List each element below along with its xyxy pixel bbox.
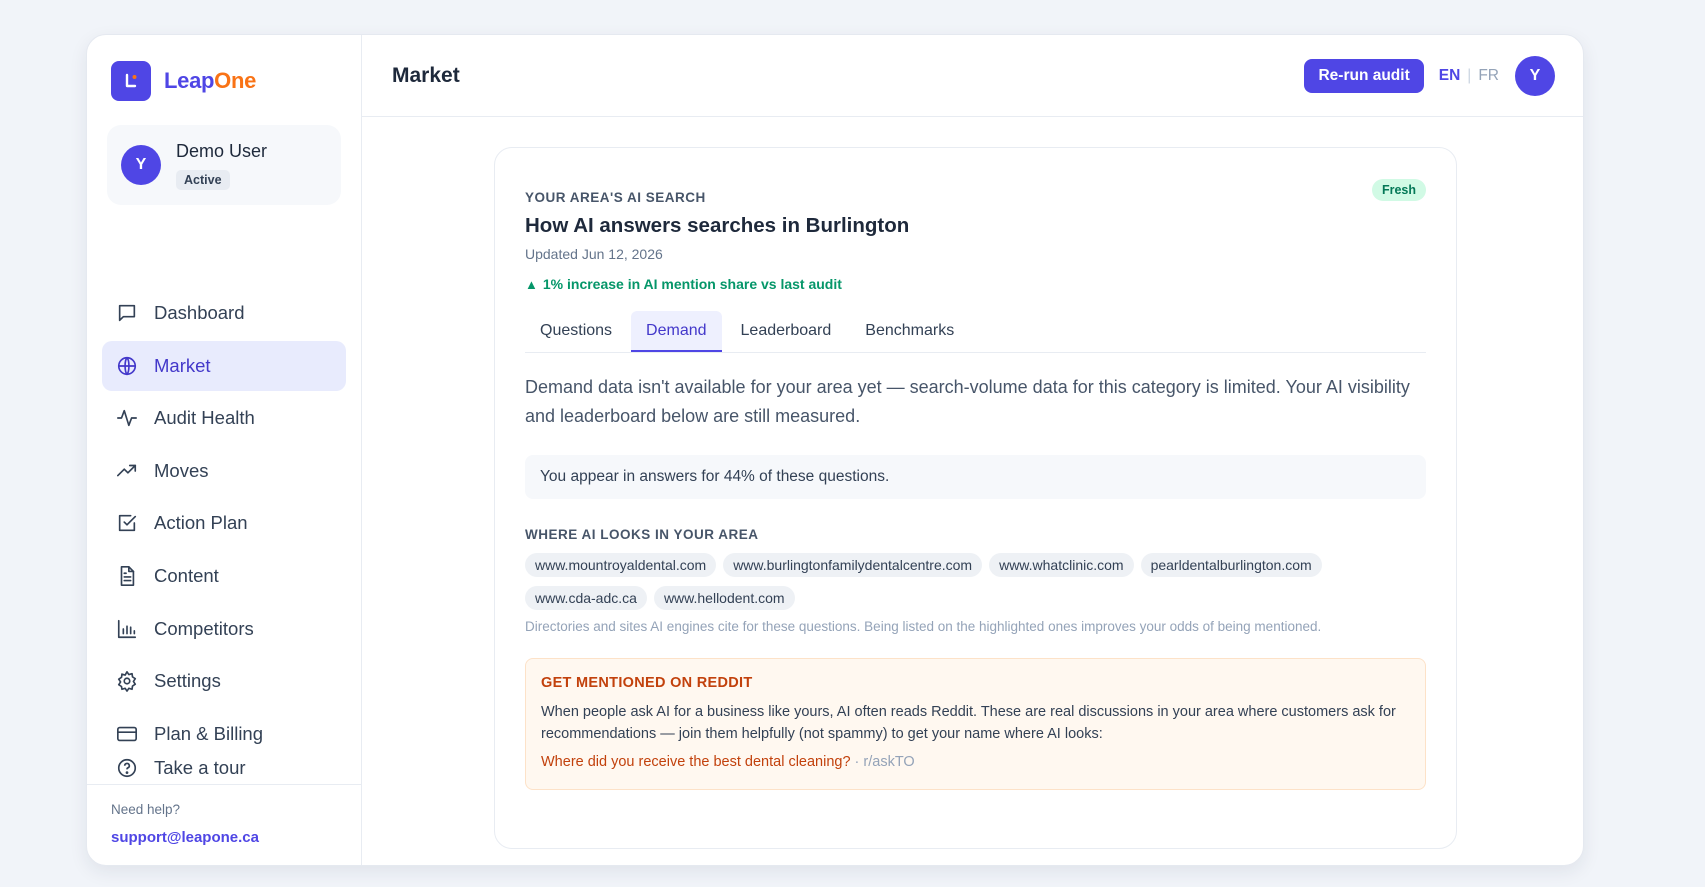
- logo-mark-icon: [111, 61, 151, 101]
- sidebar-item-market[interactable]: Market: [102, 340, 346, 391]
- language-switcher: EN | FR: [1439, 67, 1499, 85]
- trend-indicator: ▲ 1% increase in AI mention share vs las…: [525, 276, 1426, 292]
- appearance-summary: You appear in answers for 44% of these q…: [525, 455, 1426, 499]
- reddit-thread-link[interactable]: Where did you receive the best dental cl…: [541, 754, 851, 770]
- topbar-actions: Re-run audit EN | FR Y: [1304, 55, 1555, 96]
- main-content: Market Re-run audit EN | FR Y Fresh YOUR…: [362, 35, 1583, 865]
- sidebar-item-dashboard[interactable]: Dashboard: [102, 288, 346, 338]
- tour-label: Take a tour: [154, 757, 246, 778]
- domain-chip: www.mountroyaldental.com: [525, 553, 717, 577]
- brand-name-part1: Leap: [164, 68, 215, 93]
- reddit-title: GET MENTIONED ON REDDIT: [541, 675, 753, 691]
- lang-separator: |: [1467, 66, 1472, 84]
- gear-icon: [117, 671, 137, 693]
- tab-bar: Questions Demand Leaderboard Benchmarks: [525, 311, 1426, 353]
- trend-up-icon: [117, 464, 137, 477]
- brand-logo[interactable]: LeapOne: [111, 61, 256, 101]
- sidebar-item-settings[interactable]: Settings: [102, 656, 346, 706]
- card-title: How AI answers searches in Burlington: [525, 214, 910, 237]
- lang-fr[interactable]: FR: [1478, 67, 1499, 85]
- brand-name-part2: One: [214, 68, 257, 93]
- where-ai-looks-heading: WHERE AI LOOKS IN YOUR AREA: [525, 527, 759, 542]
- trend-text: 1% increase in AI mention share vs last …: [542, 276, 842, 292]
- globe-icon: [117, 356, 137, 375]
- page-title: Market: [392, 63, 460, 87]
- take-a-tour-link[interactable]: Take a tour: [116, 757, 246, 779]
- help-circle-icon: [117, 758, 137, 778]
- sidebar-item-label: Market: [154, 354, 211, 376]
- reddit-body: When people ask AI for a business like y…: [541, 704, 1396, 742]
- sidebar-item-label: Dashboard: [154, 302, 245, 323]
- brand-name: LeapOne: [164, 68, 256, 94]
- directories-note: Directories and sites AI engines cite fo…: [525, 619, 1322, 634]
- credit-card-icon: [117, 726, 137, 741]
- topbar: Market Re-run audit EN | FR Y: [362, 35, 1583, 117]
- fresh-badge: Fresh: [1371, 179, 1426, 201]
- sidebar-item-action-plan[interactable]: Action Plan: [102, 498, 346, 548]
- demand-unavailable-message: Demand data isn't available for your are…: [525, 377, 1410, 426]
- domain-chip: www.whatclinic.com: [989, 553, 1134, 577]
- sidebar: LeapOne Y Demo User Active Dashboard Mar…: [87, 35, 362, 865]
- domain-chip: www.burlingtonfamilydentalcentre.com: [723, 553, 983, 577]
- reddit-thread-row: Where did you receive the best dental cl…: [541, 754, 1410, 770]
- status-badge: Active: [176, 169, 230, 190]
- reddit-callout: GET MENTIONED ON REDDIT When people ask …: [525, 658, 1426, 790]
- chat-icon: [118, 304, 136, 322]
- help-text: Need help?: [111, 802, 181, 817]
- sidebar-item-moves[interactable]: Moves: [102, 446, 346, 496]
- app-window: LeapOne Y Demo User Active Dashboard Mar…: [86, 34, 1584, 866]
- sidebar-nav: Dashboard Market Audit Health Moves Acti…: [102, 288, 346, 761]
- ai-search-card: Fresh YOUR AREA'S AI SEARCH How AI answe…: [494, 147, 1457, 849]
- tab-questions[interactable]: Questions: [525, 311, 627, 352]
- sidebar-item-competitors[interactable]: Competitors: [102, 604, 346, 654]
- sidebar-item-content[interactable]: Content: [102, 551, 346, 601]
- pulse-icon: [117, 410, 137, 427]
- lang-en[interactable]: EN: [1439, 67, 1461, 85]
- user-info: Demo User Active: [176, 141, 267, 190]
- sidebar-item-label: Settings: [154, 670, 221, 692]
- sidebar-item-label: Action Plan: [154, 512, 248, 534]
- sidebar-item-plan-billing[interactable]: Plan & Billing: [102, 709, 346, 759]
- bar-chart-icon: [117, 619, 137, 638]
- sidebar-item-label: Audit Health: [154, 407, 255, 429]
- sidebar-item-audit-health[interactable]: Audit Health: [102, 393, 346, 443]
- subreddit-label: · r/askTO: [850, 754, 915, 770]
- tab-leaderboard[interactable]: Leaderboard: [726, 311, 847, 352]
- document-icon: [120, 565, 135, 586]
- domain-chip: www.cda-adc.ca: [525, 586, 647, 610]
- tab-demand[interactable]: Demand: [631, 311, 722, 352]
- avatar: Y: [121, 145, 161, 185]
- user-avatar-button[interactable]: Y: [1515, 55, 1555, 96]
- tab-benchmarks[interactable]: Benchmarks: [850, 311, 969, 352]
- sidebar-item-label: Content: [154, 564, 219, 586]
- card-eyebrow: YOUR AREA'S AI SEARCH: [525, 190, 706, 205]
- updated-date: Updated Jun 12, 2026: [525, 246, 663, 262]
- domain-chip-list: www.mountroyaldental.com www.burlingtonf…: [525, 553, 1425, 619]
- domain-chip: www.hellodent.com: [653, 586, 795, 610]
- user-name: Demo User: [176, 140, 268, 161]
- sidebar-item-label: Moves: [154, 459, 209, 481]
- trend-up-arrow-icon: ▲: [525, 276, 538, 292]
- domain-chip: pearldentalburlington.com: [1140, 553, 1322, 577]
- sidebar-item-label: Plan & Billing: [154, 722, 264, 744]
- sidebar-item-label: Competitors: [154, 617, 254, 639]
- rerun-audit-button[interactable]: Re-run audit: [1304, 58, 1424, 93]
- user-card[interactable]: Y Demo User Active: [107, 125, 341, 205]
- check-square-icon: [118, 515, 137, 532]
- sidebar-footer: Need help? support@leapone.ca: [87, 784, 362, 846]
- support-email-link[interactable]: support@leapone.ca: [111, 829, 362, 846]
